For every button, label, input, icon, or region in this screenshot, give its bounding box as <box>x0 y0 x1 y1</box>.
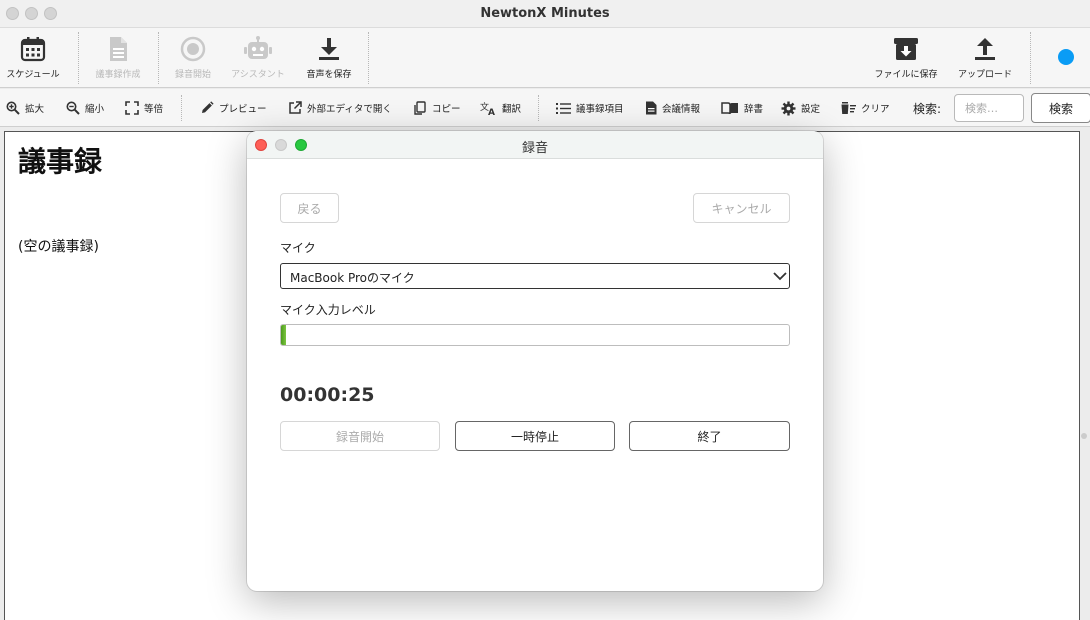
toolbar-separator <box>368 32 369 84</box>
assistant-label: アシスタント <box>231 70 285 80</box>
book-icon <box>721 101 738 114</box>
create-minutes-button[interactable]: 議事録作成 <box>80 34 156 84</box>
preview-button[interactable]: プレビュー <box>200 89 267 127</box>
zoom-in-button[interactable]: 拡大 <box>6 89 44 127</box>
status-indicator <box>1058 49 1074 65</box>
mic-label: マイク <box>280 241 316 255</box>
copy-icon <box>414 101 426 115</box>
actual-size-label: 等倍 <box>144 104 164 115</box>
settings-label: 設定 <box>801 104 821 115</box>
save-file-button[interactable]: ファイルに保存 <box>868 34 944 84</box>
mic-level-fill <box>281 325 287 345</box>
gear-icon <box>781 101 796 115</box>
upload-icon <box>975 38 995 60</box>
preview-label: プレビュー <box>219 104 267 115</box>
stop-button[interactable]: 終了 <box>629 421 790 451</box>
robot-icon <box>244 36 272 59</box>
zoom-out-label: 縮小 <box>85 104 105 115</box>
back-button[interactable]: 戻る <box>280 193 339 223</box>
dictionary-button[interactable]: 辞書 <box>721 89 763 127</box>
toolbar-separator <box>78 32 79 84</box>
chevron-down-icon <box>773 272 787 281</box>
download-icon <box>319 38 339 60</box>
mic-selected-value: MacBook Proのマイク <box>290 271 415 285</box>
mic-select[interactable]: MacBook Proのマイク <box>280 263 790 289</box>
translate-label: 翻訳 <box>502 104 522 115</box>
pencil-icon <box>202 101 214 113</box>
assistant-button[interactable]: アシスタント <box>220 34 296 84</box>
main-toolbar: スケジュール 議事録作成 録音開始 アシスタント 音声を保存 ファイルに保存 ア… <box>0 28 1090 88</box>
minutes-items-button[interactable]: 議事録項目 <box>556 89 624 127</box>
svg-text:A: A <box>488 108 495 116</box>
save-file-label: ファイルに保存 <box>874 70 938 80</box>
list-icon <box>556 102 571 114</box>
archive-icon <box>894 38 918 60</box>
save-audio-button[interactable]: 音声を保存 <box>291 34 367 84</box>
translate-icon: 文 A <box>480 101 495 116</box>
toolbar-separator <box>1030 32 1031 84</box>
search-button[interactable]: 検索 <box>1031 93 1090 123</box>
recording-timer: 00:00:25 <box>280 384 375 406</box>
resize-handle[interactable] <box>1081 433 1087 439</box>
mic-level-meter <box>280 324 790 346</box>
zoom-in-icon <box>6 101 20 115</box>
secondary-toolbar: 拡大 縮小 等倍 プレビュー 外部エディタで開く コピー 文 A 翻訳 議事録項… <box>0 89 1090 127</box>
document-icon <box>110 37 127 61</box>
upload-label: アップロード <box>957 70 1012 80</box>
expand-icon <box>125 101 139 115</box>
zoom-in-label: 拡大 <box>25 104 45 115</box>
dictionary-label: 辞書 <box>744 104 764 115</box>
minutes-items-label: 議事録項目 <box>576 104 624 115</box>
document-empty-text: (空の議事録) <box>18 239 99 255</box>
document-title: 議事録 <box>18 145 103 178</box>
save-audio-label: 音声を保存 <box>306 70 352 80</box>
file-text-icon <box>646 101 657 115</box>
schedule-button[interactable]: スケジュール <box>0 34 71 84</box>
meeting-info-button[interactable]: 会議情報 <box>645 89 700 127</box>
dialog-title: 録音 <box>521 141 548 156</box>
pause-button[interactable]: 一時停止 <box>455 421 615 451</box>
zoom-out-icon <box>66 101 80 115</box>
cancel-button[interactable]: キャンセル <box>693 193 790 223</box>
open-external-editor-button[interactable]: 外部エディタで開く <box>288 89 392 127</box>
meeting-info-label: 会議情報 <box>662 104 701 115</box>
open-external-label: 外部エディタで開く <box>307 104 392 115</box>
toolbar-separator <box>181 95 182 121</box>
schedule-label: スケジュール <box>6 70 60 80</box>
level-label: マイク入力レベル <box>280 303 376 317</box>
recording-dialog: 録音 戻る キャンセル マイク MacBook Proのマイク マイク入力レベル… <box>247 131 823 591</box>
record-start-dialog-button[interactable]: 録音開始 <box>280 421 440 451</box>
create-minutes-label: 議事録作成 <box>95 70 141 80</box>
search-input[interactable] <box>954 94 1024 122</box>
calendar-icon <box>20 37 46 62</box>
settings-button[interactable]: 設定 <box>781 89 820 127</box>
copy-button[interactable]: コピー <box>413 89 461 127</box>
translate-button[interactable]: 文 A 翻訳 <box>480 89 521 127</box>
clear-icon <box>841 102 856 114</box>
actual-size-button[interactable]: 等倍 <box>125 89 163 127</box>
toolbar-separator <box>538 95 539 121</box>
zoom-out-button[interactable]: 縮小 <box>66 89 104 127</box>
copy-label: コピー <box>432 104 461 115</box>
clear-button[interactable]: クリア <box>840 89 890 127</box>
external-link-icon <box>289 101 302 114</box>
record-icon <box>180 36 206 62</box>
search-label: 検索: <box>913 102 942 116</box>
upload-button[interactable]: アップロード <box>947 34 1023 84</box>
clear-label: クリア <box>861 104 890 115</box>
window-title: NewtonX Minutes <box>480 6 610 21</box>
dialog-titlebar: 録音 <box>247 131 823 159</box>
window-titlebar: NewtonX Minutes <box>0 0 1090 28</box>
